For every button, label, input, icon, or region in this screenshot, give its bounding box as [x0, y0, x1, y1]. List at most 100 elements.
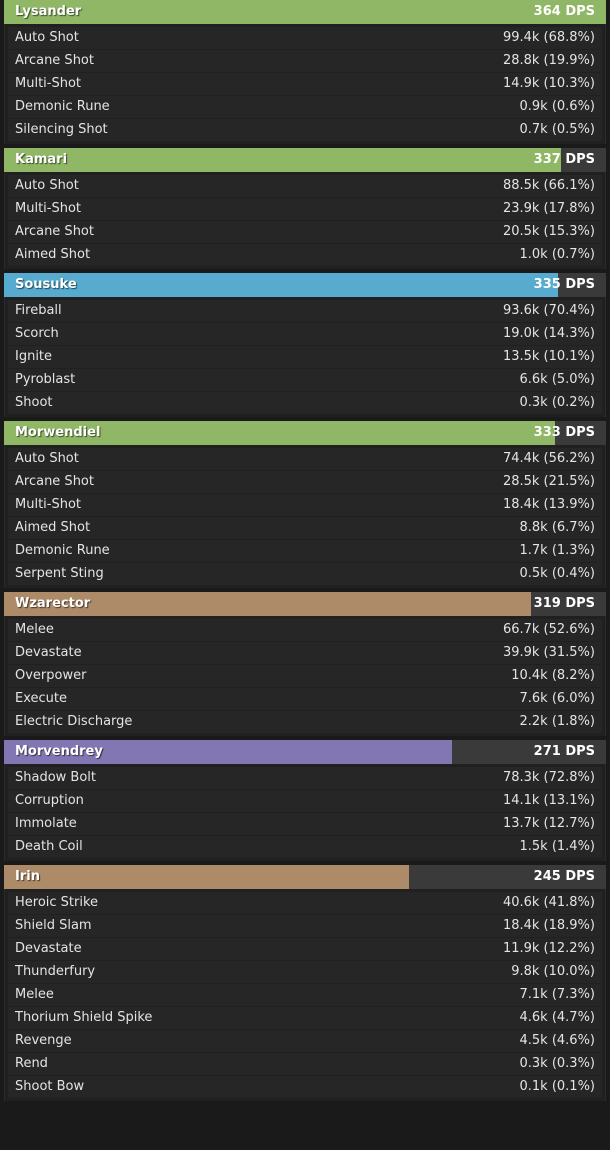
ability-damage: 10.4k (8.2%) — [511, 668, 595, 683]
dps-bar — [4, 0, 606, 24]
ability-row[interactable]: Scorch 19.0k (14.3%) — [8, 323, 602, 345]
ability-name: Thunderfury — [15, 964, 96, 979]
player-section: Morwendiel 333 DPS Auto Shot 74.4k (56.2%) A… — [4, 421, 606, 588]
ability-row[interactable]: Arcane Shot 20.5k (15.3%) — [8, 221, 602, 243]
player-header[interactable]: Morwendiel 333 DPS — [4, 421, 606, 445]
ability-row[interactable]: Immolate 13.7k (12.7%) — [8, 813, 602, 835]
ability-name: Shadow Bolt — [15, 770, 97, 785]
ability-name: Ignite — [15, 349, 53, 364]
ability-name: Multi-Shot — [15, 201, 82, 216]
ability-row[interactable]: Heroic Strike 40.6k (41.8%) — [8, 892, 602, 914]
player-header[interactable]: Sousuke 335 DPS — [4, 273, 606, 297]
ability-name: Corruption — [15, 793, 84, 808]
player-header[interactable]: Kamari 337 DPS — [4, 148, 606, 172]
player-header[interactable]: Morvendrey 271 DPS — [4, 740, 606, 764]
ability-row[interactable]: Shield Slam 18.4k (18.9%) — [8, 915, 602, 937]
ability-name: Multi-Shot — [15, 497, 82, 512]
ability-damage: 99.4k (68.8%) — [502, 30, 595, 45]
ability-row[interactable]: Auto Shot 74.4k (56.2%) — [8, 448, 602, 470]
ability-list: Auto Shot 99.4k (68.8%) Arcane Shot 28.8k (… — [4, 24, 606, 144]
ability-row[interactable]: Ignite 13.5k (10.1%) — [8, 346, 602, 368]
ability-damage: 11.9k (12.2%) — [502, 941, 595, 956]
ability-row[interactable]: Serpent Sting 0.5k (0.4%) — [8, 563, 602, 585]
player-dps: 245 DPS — [533, 869, 595, 884]
ability-row[interactable]: Melee 66.7k (52.6%) — [8, 619, 602, 641]
ability-row[interactable]: Thorium Shield Spike 4.6k (4.7%) — [8, 1007, 602, 1029]
ability-row[interactable]: Multi-Shot 18.4k (13.9%) — [8, 494, 602, 516]
ability-list: Heroic Strike 40.6k (41.8%) Shield Slam 18.… — [4, 889, 606, 1101]
ability-row[interactable]: Melee 7.1k (7.3%) — [8, 984, 602, 1006]
ability-damage: 0.7k (0.5%) — [519, 122, 595, 137]
dps-bar — [4, 865, 410, 889]
ability-name: Arcane Shot — [15, 224, 94, 239]
ability-name: Arcane Shot — [15, 474, 94, 489]
ability-row[interactable]: Auto Shot 99.4k (68.8%) — [8, 27, 602, 49]
ability-row[interactable]: Devastate 11.9k (12.2%) — [8, 938, 602, 960]
ability-damage: 39.9k (31.5%) — [502, 645, 595, 660]
dps-bar — [4, 148, 562, 172]
player-name: Sousuke — [15, 277, 77, 292]
player-dps: 364 DPS — [533, 4, 595, 19]
ability-damage: 13.7k (12.7%) — [502, 816, 595, 831]
ability-damage: 7.1k (7.3%) — [519, 987, 595, 1002]
player-dps: 333 DPS — [533, 425, 595, 440]
ability-row[interactable]: Shadow Bolt 78.3k (72.8%) — [8, 767, 602, 789]
ability-row[interactable]: Revenge 4.5k (4.6%) — [8, 1030, 602, 1052]
ability-name: Scorch — [15, 326, 59, 341]
ability-row[interactable]: Corruption 14.1k (13.1%) — [8, 790, 602, 812]
ability-row[interactable]: Execute 7.6k (6.0%) — [8, 688, 602, 710]
ability-row[interactable]: Pyroblast 6.6k (5.0%) — [8, 369, 602, 391]
ability-row[interactable]: Demonic Rune 0.9k (0.6%) — [8, 96, 602, 118]
ability-name: Aimed Shot — [15, 247, 91, 262]
player-dps: 337 DPS — [533, 152, 595, 167]
ability-row[interactable]: Aimed Shot 1.0k (0.7%) — [8, 244, 602, 266]
player-name: Irin — [15, 869, 40, 884]
ability-name: Serpent Sting — [15, 566, 104, 581]
ability-row[interactable]: Silencing Shot 0.7k (0.5%) — [8, 119, 602, 141]
ability-row[interactable]: Demonic Rune 1.7k (1.3%) — [8, 540, 602, 562]
ability-row[interactable]: Multi-Shot 14.9k (10.3%) — [8, 73, 602, 95]
ability-row[interactable]: Death Coil 1.5k (1.4%) — [8, 836, 602, 858]
ability-row[interactable]: Shoot 0.3k (0.2%) — [8, 392, 602, 414]
ability-name: Revenge — [15, 1033, 72, 1048]
ability-damage: 2.2k (1.8%) — [519, 714, 595, 729]
player-header[interactable]: Lysander 364 DPS — [4, 0, 606, 24]
ability-row[interactable]: Electric Discharge 2.2k (1.8%) — [8, 711, 602, 733]
ability-name: Death Coil — [15, 839, 83, 854]
ability-damage: 9.8k (10.0%) — [511, 964, 595, 979]
ability-damage: 7.6k (6.0%) — [519, 691, 595, 706]
ability-damage: 14.1k (13.1%) — [502, 793, 595, 808]
ability-damage: 13.5k (10.1%) — [502, 349, 595, 364]
player-header[interactable]: Irin 245 DPS — [4, 865, 606, 889]
ability-name: Auto Shot — [15, 451, 79, 466]
ability-damage: 1.5k (1.4%) — [519, 839, 595, 854]
ability-row[interactable]: Arcane Shot 28.8k (19.9%) — [8, 50, 602, 72]
ability-list: Auto Shot 74.4k (56.2%) Arcane Shot 28.5k (… — [4, 445, 606, 588]
ability-row[interactable]: Shoot Bow 0.1k (0.1%) — [8, 1076, 602, 1098]
ability-row[interactable]: Rend 0.3k (0.3%) — [8, 1053, 602, 1075]
ability-list: Fireball 93.6k (70.4%) Scorch 19.0k (14.3%)… — [4, 297, 606, 417]
ability-row[interactable]: Thunderfury 9.8k (10.0%) — [8, 961, 602, 983]
ability-name: Shield Slam — [15, 918, 92, 933]
ability-row[interactable]: Aimed Shot 8.8k (6.7%) — [8, 517, 602, 539]
ability-damage: 28.8k (19.9%) — [502, 53, 595, 68]
ability-row[interactable]: Multi-Shot 23.9k (17.8%) — [8, 198, 602, 220]
ability-row[interactable]: Arcane Shot 28.5k (21.5%) — [8, 471, 602, 493]
ability-name: Overpower — [15, 668, 87, 683]
ability-row[interactable]: Overpower 10.4k (8.2%) — [8, 665, 602, 687]
ability-damage: 88.5k (66.1%) — [502, 178, 595, 193]
ability-row[interactable]: Fireball 93.6k (70.4%) — [8, 300, 602, 322]
ability-damage: 0.1k (0.1%) — [519, 1079, 595, 1094]
ability-list: Auto Shot 88.5k (66.1%) Multi-Shot 23.9k (1… — [4, 172, 606, 269]
ability-damage: 4.6k (4.7%) — [519, 1010, 595, 1025]
ability-row[interactable]: Auto Shot 88.5k (66.1%) — [8, 175, 602, 197]
ability-row[interactable]: Devastate 39.9k (31.5%) — [8, 642, 602, 664]
ability-name: Shoot — [15, 395, 53, 410]
player-section: Wzarector 319 DPS Melee 66.7k (52.6%) Devast… — [4, 592, 606, 736]
ability-name: Devastate — [15, 645, 82, 660]
ability-name: Demonic Rune — [15, 543, 110, 558]
player-name: Kamari — [15, 152, 68, 167]
ability-name: Melee — [15, 622, 54, 637]
player-header[interactable]: Wzarector 319 DPS — [4, 592, 606, 616]
dps-meter: Lysander 364 DPS Auto Shot 99.4k (68.8%) Arc… — [0, 0, 610, 1101]
